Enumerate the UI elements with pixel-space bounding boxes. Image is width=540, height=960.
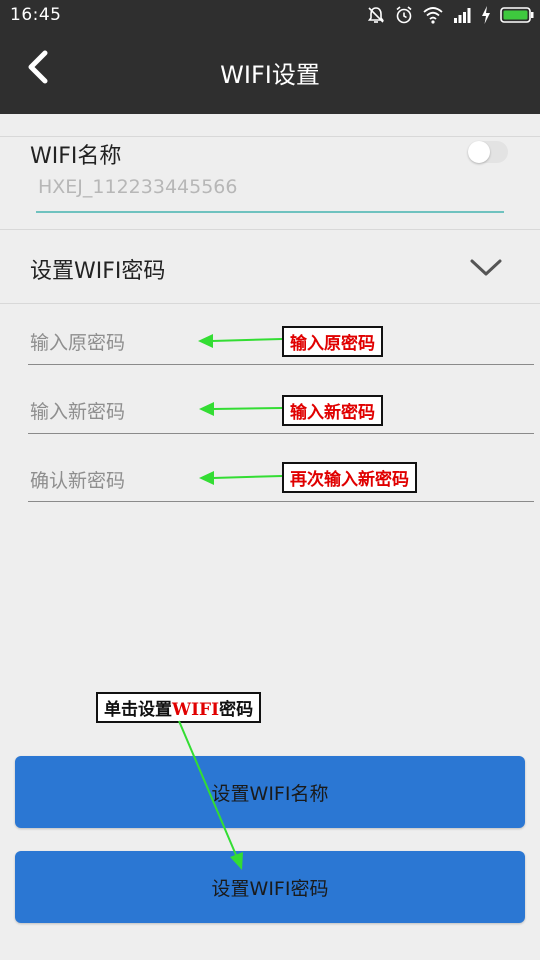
old-password-underline <box>28 364 534 365</box>
cell-signal-icon <box>454 8 471 23</box>
set-wifi-password-label: 设置WIFI密码 <box>211 878 329 900</box>
wifi-name-underline <box>36 211 504 213</box>
wifi-name-toggle[interactable] <box>468 141 508 163</box>
annotation-click-prefix: 单击设置 <box>104 700 172 720</box>
new-password-placeholder: 输入新密码 <box>30 401 126 423</box>
password-section-header[interactable]: 设置WIFI密码 <box>30 253 165 285</box>
wifi-name-label: WIFI名称 <box>30 144 122 169</box>
divider <box>0 303 540 304</box>
confirm-password-placeholder: 确认新密码 <box>30 470 126 492</box>
divider <box>0 136 540 137</box>
old-password-field[interactable]: 输入原密码 <box>28 328 534 368</box>
status-bar: 16:45 <box>0 0 540 30</box>
chevron-down-icon[interactable] <box>468 253 504 281</box>
status-icons <box>366 5 534 25</box>
battery-icon <box>500 7 534 23</box>
set-wifi-name-button[interactable]: 设置WIFI名称 <box>15 756 525 828</box>
annotation-new-password: 输入新密码 <box>282 395 383 426</box>
annotation-click-highlight: WIFI <box>172 700 220 720</box>
new-password-field[interactable]: 输入新密码 <box>28 397 534 437</box>
status-time: 16:45 <box>10 5 62 25</box>
wifi-name-field[interactable]: HXEJ_112233445566 <box>38 176 237 198</box>
charging-icon <box>482 6 490 24</box>
alarm-clock-icon <box>396 6 412 24</box>
new-password-underline <box>28 433 534 434</box>
page-title: WIFI设置 <box>220 61 320 89</box>
annotation-click-set-password: 单击设置WIFI密码 <box>96 692 262 723</box>
alarm-off-icon <box>367 7 385 23</box>
old-password-placeholder: 输入原密码 <box>30 332 126 354</box>
annotation-confirm-password: 再次输入新密码 <box>282 462 417 493</box>
set-wifi-password-button[interactable]: 设置WIFI密码 <box>15 851 525 923</box>
confirm-password-field[interactable]: 确认新密码 <box>28 466 534 506</box>
set-wifi-name-label: 设置WIFI名称 <box>211 783 329 805</box>
toggle-knob <box>468 141 490 163</box>
annotation-old-password: 输入原密码 <box>282 326 383 357</box>
wifi-signal-icon <box>423 7 443 24</box>
confirm-password-underline <box>28 501 534 502</box>
divider <box>0 229 540 230</box>
annotation-click-suffix: 密码 <box>219 700 254 720</box>
title-bar: WIFI设置 <box>0 30 540 114</box>
